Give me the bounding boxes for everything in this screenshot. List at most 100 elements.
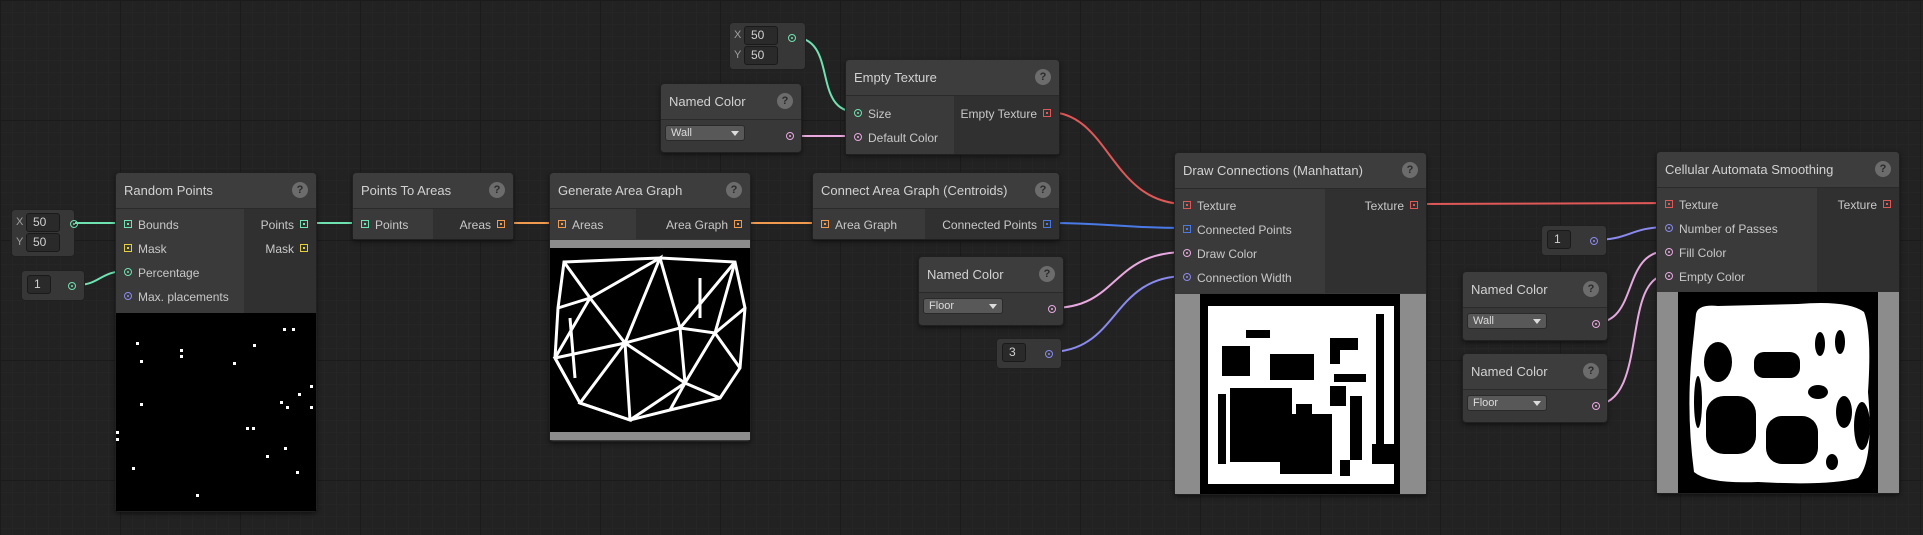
points-output-pin[interactable] — [300, 220, 308, 228]
connect-area-graph-node[interactable]: Connect Area Graph (Centroids) ? Area Gr… — [812, 172, 1060, 240]
bounds-vector-node[interactable]: X 50 Y 50 — [11, 209, 78, 257]
random-points-node[interactable]: Random Points ? Bounds Mask Percentage M… — [115, 172, 317, 512]
node-header[interactable]: Named Color ? — [1463, 272, 1607, 308]
help-icon[interactable]: ? — [726, 182, 742, 198]
cellular-automata-node[interactable]: Cellular Automata Smoothing ? Texture Nu… — [1656, 151, 1900, 494]
empty-texture-node[interactable]: Empty Texture ? Size Default Color Empty… — [845, 59, 1060, 155]
texture-output-pin[interactable] — [1883, 200, 1891, 208]
percentage-output-pin[interactable] — [68, 282, 76, 290]
dropdown-value: Wall — [671, 127, 692, 139]
texture-input-pin[interactable] — [1183, 201, 1191, 209]
size-y-field[interactable]: 50 — [744, 46, 778, 65]
help-icon[interactable]: ? — [1035, 182, 1051, 198]
node-header[interactable]: Named Color ? — [661, 84, 801, 120]
bounds-input-pin[interactable] — [124, 220, 132, 228]
help-icon[interactable]: ? — [292, 182, 308, 198]
areas-output-pin[interactable] — [497, 220, 505, 228]
texture-preview-image — [1208, 306, 1394, 484]
percentage-input-pin[interactable] — [124, 268, 132, 276]
node-header[interactable]: Named Color ? — [1463, 354, 1607, 390]
node-header[interactable]: Connect Area Graph (Centroids) ? — [813, 173, 1059, 209]
help-icon[interactable]: ? — [777, 93, 793, 109]
texture-output-pin[interactable] — [1410, 201, 1418, 209]
named-color-wall-right-node[interactable]: Named Color ? Wall — [1462, 271, 1608, 341]
connection-width-input-pin[interactable] — [1183, 273, 1191, 281]
help-icon[interactable]: ? — [489, 182, 505, 198]
connected-points-output-pin[interactable] — [1043, 220, 1051, 228]
generate-area-graph-node[interactable]: Generate Area Graph ? Areas Area Graph — [549, 172, 751, 442]
help-icon[interactable]: ? — [1039, 266, 1055, 282]
help-icon[interactable]: ? — [1583, 363, 1599, 379]
max-placements-input-pin[interactable] — [124, 292, 132, 300]
dropdown-value: Floor — [1473, 397, 1499, 409]
color-output-pin[interactable] — [1592, 402, 1600, 410]
node-title: Named Color — [1471, 364, 1548, 379]
bounds-x-field[interactable]: 50 — [26, 213, 60, 232]
size-input-pin[interactable] — [854, 109, 862, 117]
passes-output-pin[interactable] — [1590, 237, 1598, 245]
node-title: Random Points — [124, 183, 213, 198]
port-area-graph-out: Area Graph — [665, 218, 728, 232]
area-graph-input-pin[interactable] — [821, 220, 829, 228]
default-color-input-pin[interactable] — [854, 133, 862, 141]
smoothed-preview — [1678, 292, 1878, 493]
percentage-field[interactable]: 1 — [27, 275, 51, 294]
texture-input-pin[interactable] — [1665, 200, 1673, 208]
node-header[interactable]: Random Points ? — [116, 173, 316, 209]
bounds-output-pin[interactable] — [70, 220, 78, 228]
port-mask: Mask — [138, 242, 167, 256]
color-dropdown[interactable]: Wall — [1467, 313, 1547, 329]
fill-color-input-pin[interactable] — [1665, 248, 1673, 256]
help-icon[interactable]: ? — [1402, 162, 1418, 178]
wire-draw-color — [1051, 251, 1187, 309]
mask-output-pin[interactable] — [300, 244, 308, 252]
color-output-pin[interactable] — [1048, 305, 1056, 313]
empty-color-input-pin[interactable] — [1665, 272, 1673, 280]
passes-value-node[interactable]: 1 — [1541, 225, 1607, 256]
named-color-wall-top-node[interactable]: Named Color ? Wall — [660, 83, 802, 153]
color-output-pin[interactable] — [786, 132, 794, 140]
help-icon[interactable]: ? — [1583, 281, 1599, 297]
node-title: Generate Area Graph — [558, 183, 683, 198]
node-header[interactable]: Cellular Automata Smoothing ? — [1657, 152, 1899, 188]
size-x-label: X — [734, 29, 742, 41]
port-texture: Texture — [1197, 199, 1237, 213]
width-output-pin[interactable] — [1045, 350, 1053, 358]
texture-preview-frame — [1175, 294, 1426, 494]
node-header[interactable]: Generate Area Graph ? — [550, 173, 750, 209]
points-input-pin[interactable] — [361, 220, 369, 228]
wire-empty-texture — [1047, 111, 1187, 205]
color-dropdown[interactable]: Floor — [923, 298, 1003, 314]
passes-input-pin[interactable] — [1665, 224, 1673, 232]
empty-texture-output-pin[interactable] — [1043, 109, 1051, 117]
named-color-floor-right-node[interactable]: Named Color ? Floor — [1462, 353, 1608, 423]
connection-width-value-node[interactable]: 3 — [996, 338, 1062, 369]
size-vector-node[interactable]: X 50 Y 50 — [729, 22, 806, 70]
help-icon[interactable]: ? — [1875, 161, 1891, 177]
bounds-y-field[interactable]: 50 — [26, 233, 60, 252]
size-output-pin[interactable] — [788, 34, 796, 42]
color-output-pin[interactable] — [1592, 320, 1600, 328]
node-header[interactable]: Empty Texture ? — [846, 60, 1059, 96]
percentage-value-node[interactable]: 1 — [21, 270, 85, 301]
port-connected-points: Connected Points — [1197, 223, 1292, 237]
areas-input-pin[interactable] — [558, 220, 566, 228]
connected-points-input-pin[interactable] — [1183, 225, 1191, 233]
connection-width-field[interactable]: 3 — [1002, 343, 1026, 362]
size-x-field[interactable]: 50 — [744, 26, 778, 45]
help-icon[interactable]: ? — [1035, 69, 1051, 85]
color-dropdown[interactable]: Floor — [1467, 395, 1547, 411]
port-mask-out: Mask — [265, 242, 294, 256]
draw-connections-node[interactable]: Draw Connections (Manhattan) ? Texture C… — [1174, 152, 1427, 495]
port-number-of-passes: Number of Passes — [1679, 222, 1778, 236]
mask-input-pin[interactable] — [124, 244, 132, 252]
points-to-areas-node[interactable]: Points To Areas ? Points Areas — [352, 172, 514, 240]
color-dropdown[interactable]: Wall — [665, 125, 745, 141]
node-header[interactable]: Points To Areas ? — [353, 173, 513, 209]
named-color-floor-mid-node[interactable]: Named Color ? Floor — [918, 256, 1064, 326]
node-header[interactable]: Draw Connections (Manhattan) ? — [1175, 153, 1426, 189]
area-graph-output-pin[interactable] — [734, 220, 742, 228]
passes-field[interactable]: 1 — [1547, 230, 1571, 249]
node-header[interactable]: Named Color ? — [919, 257, 1063, 293]
draw-color-input-pin[interactable] — [1183, 249, 1191, 257]
